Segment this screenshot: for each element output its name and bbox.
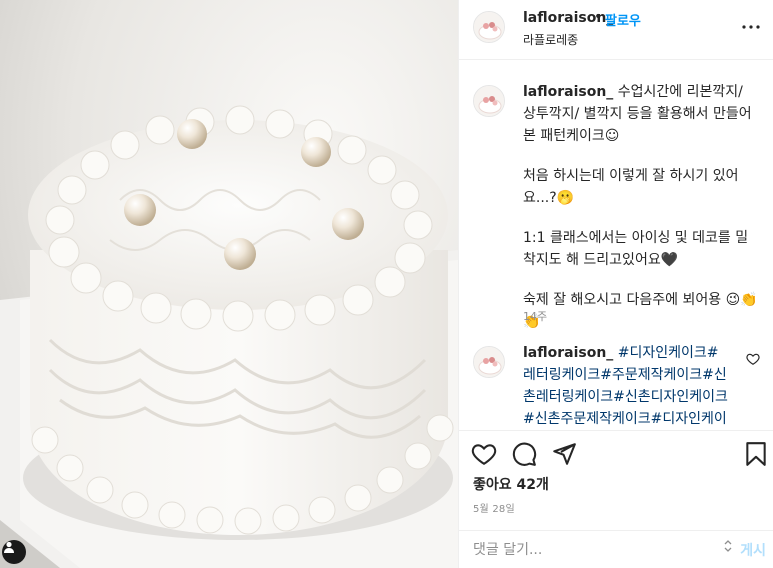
caption-para-3: 1:1 클래스에서는 아이싱 및 데코를 밀착지도 해 드리고있어요🖤 [523,230,749,268]
separator-dot: • [594,9,603,25]
user-tag-icon[interactable] [2,540,26,564]
post-comment-button[interactable]: 게시 [740,540,766,560]
caption-username[interactable]: lafloraison_ [523,84,613,100]
heart-icon[interactable] [746,351,760,365]
comment-input[interactable] [473,538,713,562]
cake-photo [0,0,458,568]
heart-icon[interactable] [471,441,497,467]
avatar[interactable] [473,346,505,378]
stepper-icon[interactable] [723,537,733,555]
avatar[interactable] [473,11,505,43]
likes-count[interactable]: 좋아요 42개 [473,474,549,494]
caption-para-4: 숙제 잘 해오시고 다음주에 뵈어용 😉👏👏 [523,292,758,330]
comment-text: lafloraison_ #디자인케이크#레터링케이크#주문제작케이크#신촌레터… [523,342,728,430]
comments-list[interactable]: lafloraison_ 수업시간에 리본깍지/ 상투깍지/ 별깍지 등을 활용… [459,61,773,430]
follow-button[interactable]: 팔로우 [605,10,641,29]
post-actions: 좋아요 42개 5월 28일 [459,430,773,538]
post-photo[interactable] [0,0,458,568]
avatar[interactable] [473,85,505,117]
post-location[interactable]: 라플로레종 [523,31,578,48]
bookmark-icon[interactable] [743,441,769,467]
add-comment-bar: 게시 [459,530,773,568]
comment-username[interactable]: lafloraison_ [523,345,613,361]
caption-para-2: 처음 하시는데 이렇게 잘 하시기 있어요...?🫢 [523,168,739,206]
comment-bubble-icon[interactable] [511,441,537,467]
caption-timestamp[interactable]: 14주 [523,308,547,324]
more-horizontal-icon[interactable] [736,12,766,42]
caption-text: lafloraison_ 수업시간에 리본깍지/ 상투깍지/ 별깍지 등을 활용… [523,81,759,333]
post-side-panel: lafloraison_ • 팔로우 라플로레종 lafloraison_ 수업… [458,0,773,568]
paper-plane-icon[interactable] [551,441,577,467]
post-date[interactable]: 5월 28일 [473,500,515,515]
post-header: lafloraison_ • 팔로우 라플로레종 [459,0,773,60]
